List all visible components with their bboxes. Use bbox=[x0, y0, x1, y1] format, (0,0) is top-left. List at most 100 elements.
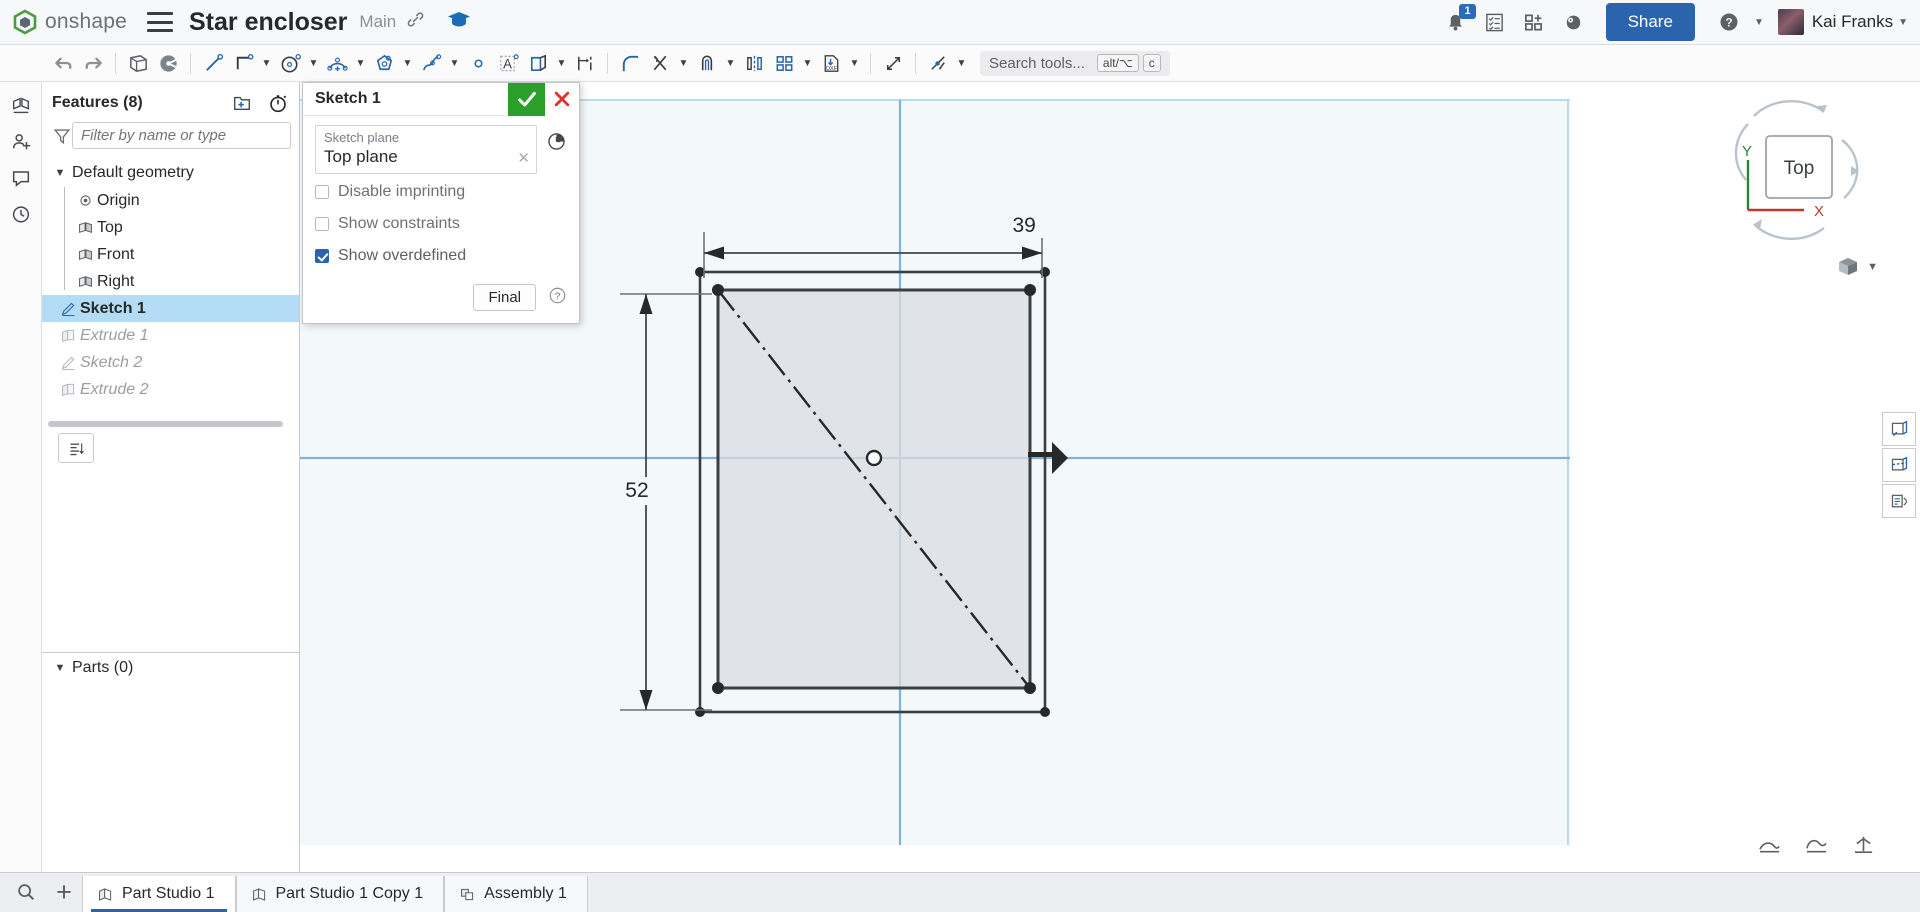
checkmark-icon[interactable] bbox=[508, 82, 545, 116]
arc-chevron-down-icon[interactable]: ▼ bbox=[352, 48, 369, 79]
line-icon[interactable] bbox=[198, 48, 228, 79]
checklist-icon[interactable] bbox=[1484, 12, 1505, 33]
checkbox-box[interactable] bbox=[315, 248, 329, 263]
graduation-cap-icon[interactable] bbox=[447, 9, 471, 35]
section-view-icon[interactable] bbox=[1882, 448, 1916, 482]
arc-icon[interactable] bbox=[322, 48, 352, 79]
filter-funnel-icon[interactable] bbox=[52, 126, 72, 146]
sketch-status-icon[interactable] bbox=[1851, 834, 1876, 860]
sketch-view-icon[interactable] bbox=[1882, 412, 1916, 446]
brain-gear-icon[interactable] bbox=[1562, 12, 1583, 33]
tree-item-top[interactable]: Top bbox=[67, 214, 299, 241]
tree-item-origin[interactable]: Origin bbox=[67, 187, 299, 214]
pattern-icon[interactable] bbox=[769, 48, 799, 79]
branch-name[interactable]: Main bbox=[359, 12, 396, 32]
view-cube[interactable]: Top Y X bbox=[1724, 94, 1874, 254]
use-project-icon[interactable] bbox=[523, 48, 553, 79]
tree-item-right[interactable]: Right bbox=[67, 268, 299, 295]
circle-chevron-down-icon[interactable]: ▼ bbox=[305, 48, 322, 79]
checkbox-box[interactable] bbox=[315, 184, 329, 199]
rectangle-icon[interactable] bbox=[228, 48, 258, 79]
mirror-icon[interactable] bbox=[739, 48, 769, 79]
rollback-bar[interactable] bbox=[48, 421, 283, 427]
constraint-list-icon[interactable] bbox=[1882, 484, 1916, 518]
user-name[interactable]: Kai Franks bbox=[1812, 12, 1893, 32]
add-tab-icon[interactable]: + bbox=[46, 872, 82, 912]
rectangle-chevron-down-icon[interactable]: ▼ bbox=[258, 48, 275, 79]
tab-search-icon[interactable] bbox=[6, 872, 46, 912]
filter-input[interactable] bbox=[72, 122, 291, 149]
dxf-export-icon[interactable]: DXF bbox=[816, 48, 846, 79]
use-chevron-down-icon[interactable]: ▼ bbox=[553, 48, 570, 79]
avatar[interactable] bbox=[1777, 9, 1804, 35]
user-chevron-down-icon[interactable]: ▼ bbox=[1898, 17, 1908, 28]
redo-icon[interactable] bbox=[78, 48, 108, 79]
fillet-icon[interactable] bbox=[615, 48, 645, 79]
history-icon[interactable] bbox=[4, 196, 38, 232]
chevron-down-icon[interactable]: ▼ bbox=[52, 167, 68, 179]
share-button[interactable]: Share bbox=[1605, 3, 1695, 41]
add-person-icon[interactable] bbox=[4, 124, 38, 160]
brand-name[interactable]: onshape bbox=[45, 10, 127, 34]
x-mark-icon[interactable] bbox=[545, 82, 579, 116]
help-circle-icon[interactable]: ? bbox=[1718, 11, 1740, 33]
checkbox-show-constraints[interactable]: Show constraints bbox=[315, 209, 567, 238]
trim-chevron-down-icon[interactable]: ▼ bbox=[675, 48, 692, 79]
help-circle-icon[interactable]: ? bbox=[548, 286, 567, 310]
shaded-view-icon[interactable]: ▼ bbox=[1835, 254, 1878, 280]
dimension-height-label[interactable]: 52 bbox=[619, 477, 655, 506]
polygon-chevron-down-icon[interactable]: ▼ bbox=[399, 48, 416, 79]
sketch-plane-field[interactable]: Sketch plane Top plane ✕ bbox=[315, 125, 537, 174]
trim-icon[interactable] bbox=[645, 48, 675, 79]
display-states-icon[interactable] bbox=[4, 88, 38, 124]
tree-row-extrude-2[interactable]: Extrude 2 bbox=[42, 376, 299, 403]
dimension-icon[interactable] bbox=[570, 48, 600, 79]
measure-tool-icon[interactable] bbox=[1757, 834, 1782, 860]
constraint-chevron-down-icon[interactable]: ▼ bbox=[953, 48, 970, 79]
spline-chevron-down-icon[interactable]: ▼ bbox=[446, 48, 463, 79]
text-icon[interactable]: A bbox=[493, 48, 523, 79]
tree-row-sketch-1[interactable]: Sketch 1 bbox=[42, 295, 299, 322]
circle-icon[interactable] bbox=[275, 48, 305, 79]
checkbox-box[interactable] bbox=[315, 216, 329, 231]
point-icon[interactable] bbox=[463, 48, 493, 79]
sketch-icon[interactable] bbox=[123, 48, 153, 79]
offset-chevron-down-icon[interactable]: ▼ bbox=[722, 48, 739, 79]
checkbox-show-overdefined[interactable]: Show overdefined bbox=[315, 241, 567, 270]
list-view-icon[interactable] bbox=[58, 433, 94, 463]
app-grid-plus-icon[interactable] bbox=[1523, 12, 1544, 33]
checkbox-disable-imprinting[interactable]: Disable imprinting bbox=[315, 177, 567, 206]
final-button[interactable]: Final bbox=[473, 284, 536, 311]
spline-icon[interactable] bbox=[416, 48, 446, 79]
tree-group-default-geometry[interactable]: ▼ Default geometry bbox=[42, 159, 299, 187]
bell-icon[interactable]: 1 bbox=[1445, 3, 1476, 33]
measure-icon[interactable] bbox=[878, 48, 908, 79]
constraint-icon[interactable] bbox=[923, 48, 953, 79]
offset-icon[interactable] bbox=[692, 48, 722, 79]
dimension-width-label[interactable]: 39 bbox=[1004, 213, 1044, 238]
document-title[interactable]: Star encloser bbox=[189, 8, 347, 37]
new-folder-icon[interactable] bbox=[231, 93, 253, 113]
hamburger-menu-icon[interactable] bbox=[146, 12, 173, 32]
tree-item-front[interactable]: Front bbox=[67, 241, 299, 268]
clear-x-icon[interactable]: ✕ bbox=[517, 149, 530, 167]
undo-icon[interactable] bbox=[48, 48, 78, 79]
comment-icon[interactable] bbox=[4, 160, 38, 196]
plane-icon[interactable] bbox=[153, 48, 183, 79]
clock-history-icon[interactable] bbox=[546, 131, 567, 157]
tab-assembly-1[interactable]: Assembly 1 bbox=[444, 876, 588, 912]
stopwatch-icon[interactable] bbox=[267, 92, 289, 114]
search-tools-input[interactable]: Search tools... alt/⌥ c bbox=[980, 50, 1170, 76]
parts-header[interactable]: ▼ Parts (0) bbox=[42, 651, 299, 684]
mass-properties-icon[interactable] bbox=[1804, 834, 1829, 860]
link-icon[interactable] bbox=[406, 10, 425, 34]
onshape-logo-icon[interactable] bbox=[12, 9, 38, 35]
dxf-chevron-down-icon[interactable]: ▼ bbox=[846, 48, 863, 79]
pattern-chevron-down-icon[interactable]: ▼ bbox=[799, 48, 816, 79]
polygon-icon[interactable] bbox=[369, 48, 399, 79]
tab-part-studio-1-copy-1[interactable]: Part Studio 1 Copy 1 bbox=[235, 876, 445, 912]
chevron-down-icon[interactable]: ▼ bbox=[52, 662, 68, 674]
tree-row-sketch-2[interactable]: Sketch 2 bbox=[42, 349, 299, 376]
help-chevron-down-icon[interactable]: ▼ bbox=[1754, 17, 1764, 28]
tree-row-extrude-1[interactable]: Extrude 1 bbox=[42, 322, 299, 349]
